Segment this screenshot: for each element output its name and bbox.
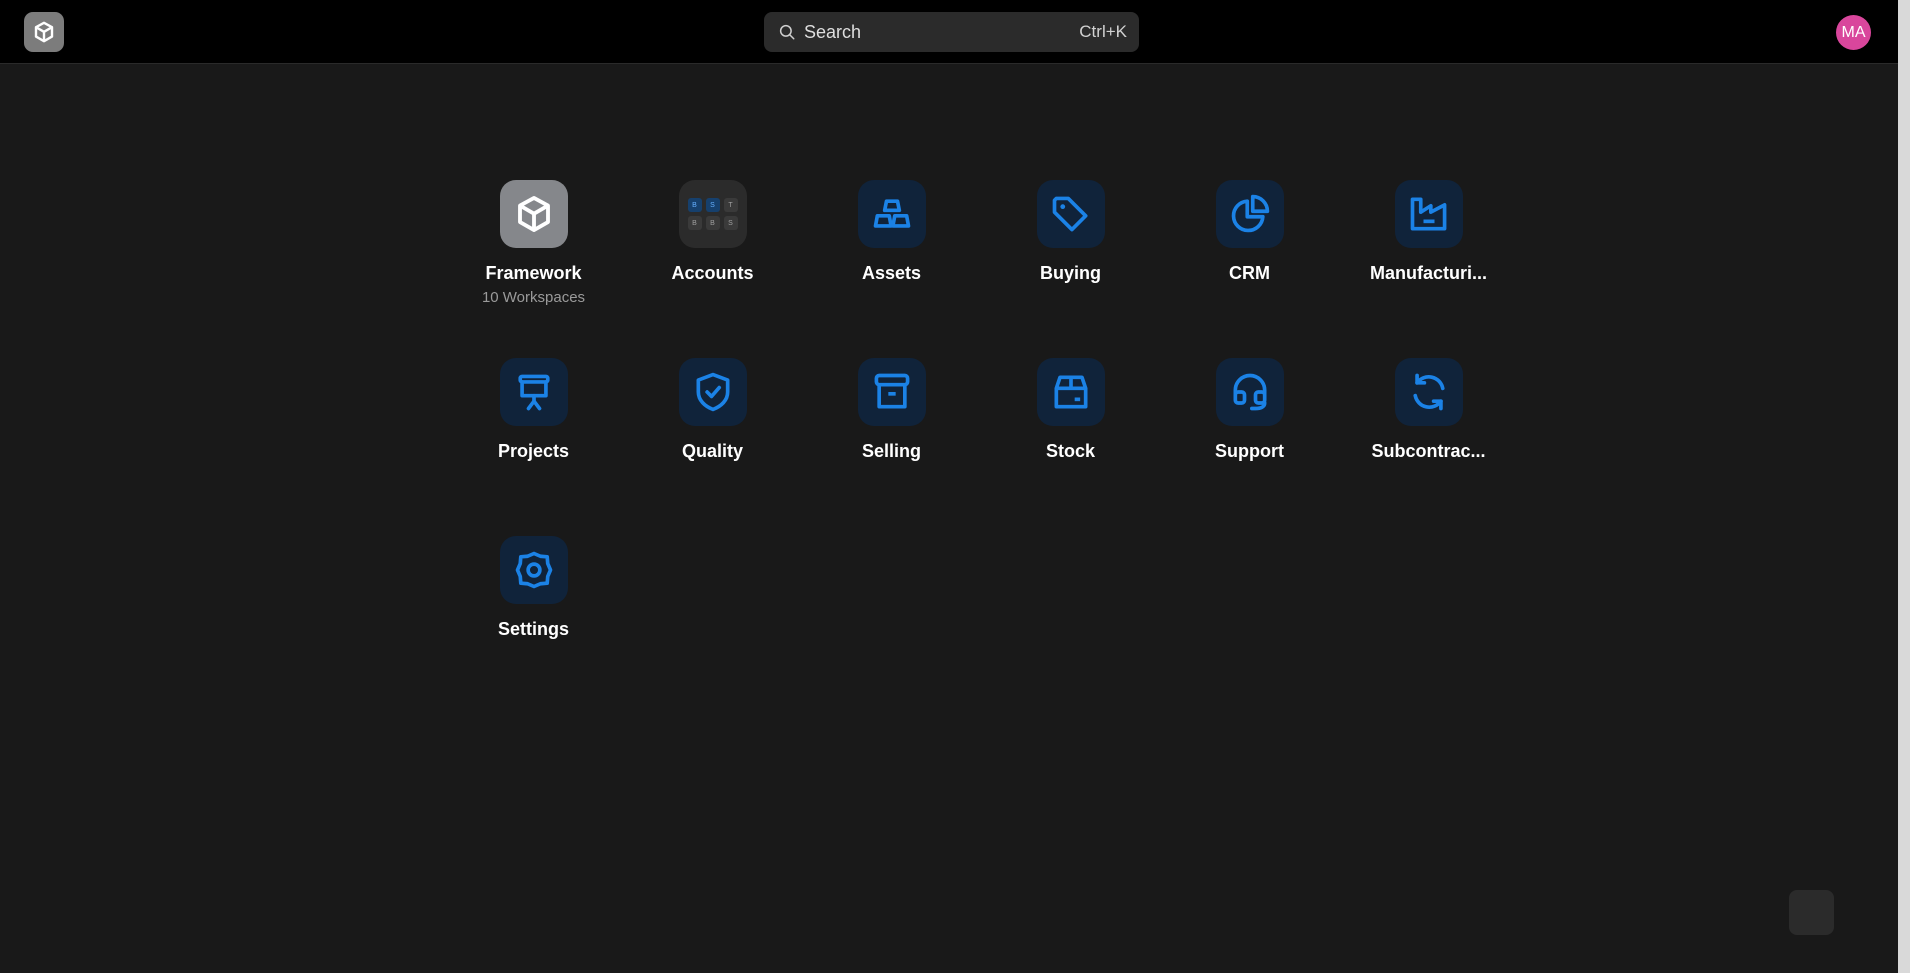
app-icon-tile xyxy=(1215,358,1284,426)
search-bar[interactable]: Search Ctrl+K xyxy=(764,12,1139,52)
app-buying[interactable]: Buying xyxy=(981,180,1160,358)
workspace-preview-tile: B xyxy=(705,216,720,230)
user-avatar[interactable]: MA xyxy=(1836,15,1871,50)
app-assets[interactable]: Assets xyxy=(802,180,981,358)
app-label: Support xyxy=(1215,441,1284,461)
app-label: Assets xyxy=(861,263,922,283)
app-label: Framework xyxy=(485,263,582,283)
app-projects[interactable]: Projects xyxy=(444,358,623,536)
workspace-preview-tile: S xyxy=(723,216,738,230)
floating-action-button[interactable] xyxy=(1789,890,1834,935)
box-icon xyxy=(1054,375,1087,409)
top-bar: Search Ctrl+K MA xyxy=(0,0,1898,64)
app-icon-tile xyxy=(1215,180,1284,248)
gear-icon xyxy=(515,551,552,589)
search-placeholder: Search xyxy=(804,21,862,42)
app-icon-tile xyxy=(678,358,747,426)
app-manufacturing[interactable]: Manufacturi... xyxy=(1339,180,1518,358)
app-icon-tile xyxy=(1394,358,1463,426)
app-label: Subcontrac... xyxy=(1371,441,1486,461)
workspace-preview-tile: S xyxy=(705,198,720,212)
app-selling[interactable]: Selling xyxy=(802,358,981,536)
app-label: CRM xyxy=(1229,263,1270,283)
app-label: Settings xyxy=(497,619,569,639)
app-label: Quality xyxy=(681,441,743,461)
storefront-icon xyxy=(874,373,909,409)
app-workspace-count: 10 Workspaces xyxy=(481,289,586,306)
app-icon-tile xyxy=(499,536,568,604)
headset-icon xyxy=(1233,373,1266,411)
search-icon xyxy=(779,24,795,40)
desk-window: Search Ctrl+K MA Framework 10 Workspaces… xyxy=(0,0,1910,973)
app-grid: Framework 10 Workspaces B S T B B S Acco… xyxy=(444,180,1534,714)
app-logo-button[interactable] xyxy=(24,12,64,52)
refresh-icon xyxy=(1412,373,1445,411)
app-settings[interactable]: Settings xyxy=(444,536,623,714)
factory-icon xyxy=(1410,197,1446,231)
app-icon-tile xyxy=(1036,358,1105,426)
app-quality[interactable]: Quality xyxy=(623,358,802,536)
shield-check-icon xyxy=(696,372,729,412)
app-icon-tile xyxy=(1394,180,1463,248)
app-crm[interactable]: CRM xyxy=(1160,180,1339,358)
app-support[interactable]: Support xyxy=(1160,358,1339,536)
presentation-board-icon xyxy=(517,374,550,411)
app-label: Projects xyxy=(497,441,570,461)
workspace-preview-tile: T xyxy=(723,198,738,212)
app-subcontracting[interactable]: Subcontrac... xyxy=(1339,358,1518,536)
workspace-preview-tile: B xyxy=(687,216,702,230)
app-stock[interactable]: Stock xyxy=(981,358,1160,536)
app-icon-tile xyxy=(499,180,568,248)
app-label: Buying xyxy=(1040,263,1101,283)
app-accounts[interactable]: B S T B B S Accounts xyxy=(623,180,802,358)
app-label: Selling xyxy=(861,441,921,461)
app-icon-tile xyxy=(857,358,926,426)
app-label: Manufacturi... xyxy=(1369,263,1487,283)
search-shortcut-hint: Ctrl+K xyxy=(1079,22,1127,41)
app-icon-tile xyxy=(857,180,926,248)
pie-chart-icon xyxy=(1231,194,1269,233)
tag-icon xyxy=(1052,196,1087,232)
cube-icon xyxy=(517,195,550,233)
bricks-icon xyxy=(873,199,910,228)
app-label: Stock xyxy=(1045,441,1096,461)
app-label: Accounts xyxy=(671,263,754,283)
workspace-preview-tile: B xyxy=(687,198,702,212)
cube-icon xyxy=(34,21,54,43)
workspace-preview-grid: B S T B B S xyxy=(687,198,738,230)
app-icon-tile xyxy=(1036,180,1105,248)
workspace-grid-icon: B S T B B S xyxy=(678,180,747,248)
app-icon-tile xyxy=(499,358,568,426)
app-framework[interactable]: Framework 10 Workspaces xyxy=(444,180,623,358)
